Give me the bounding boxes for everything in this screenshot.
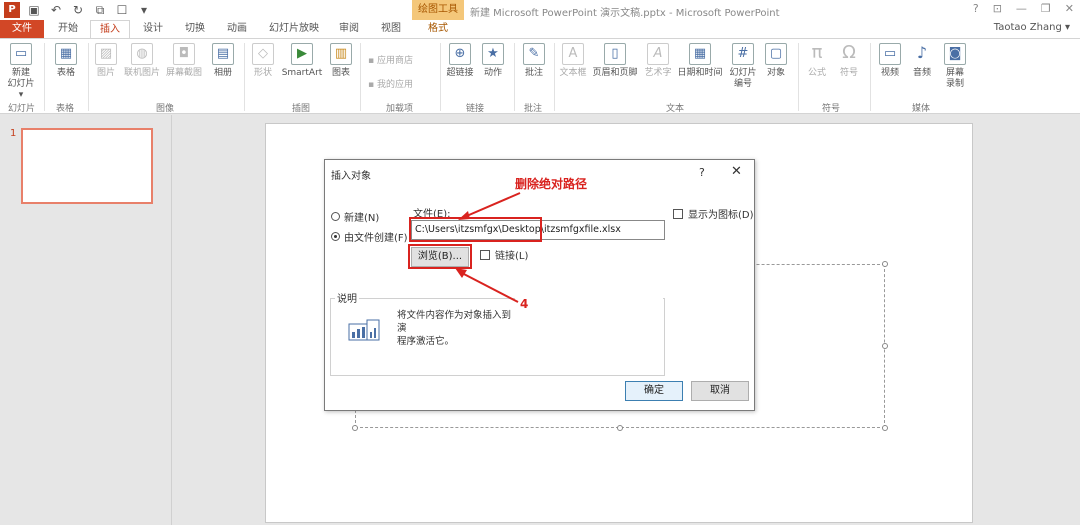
annotation-arrows	[455, 192, 521, 303]
